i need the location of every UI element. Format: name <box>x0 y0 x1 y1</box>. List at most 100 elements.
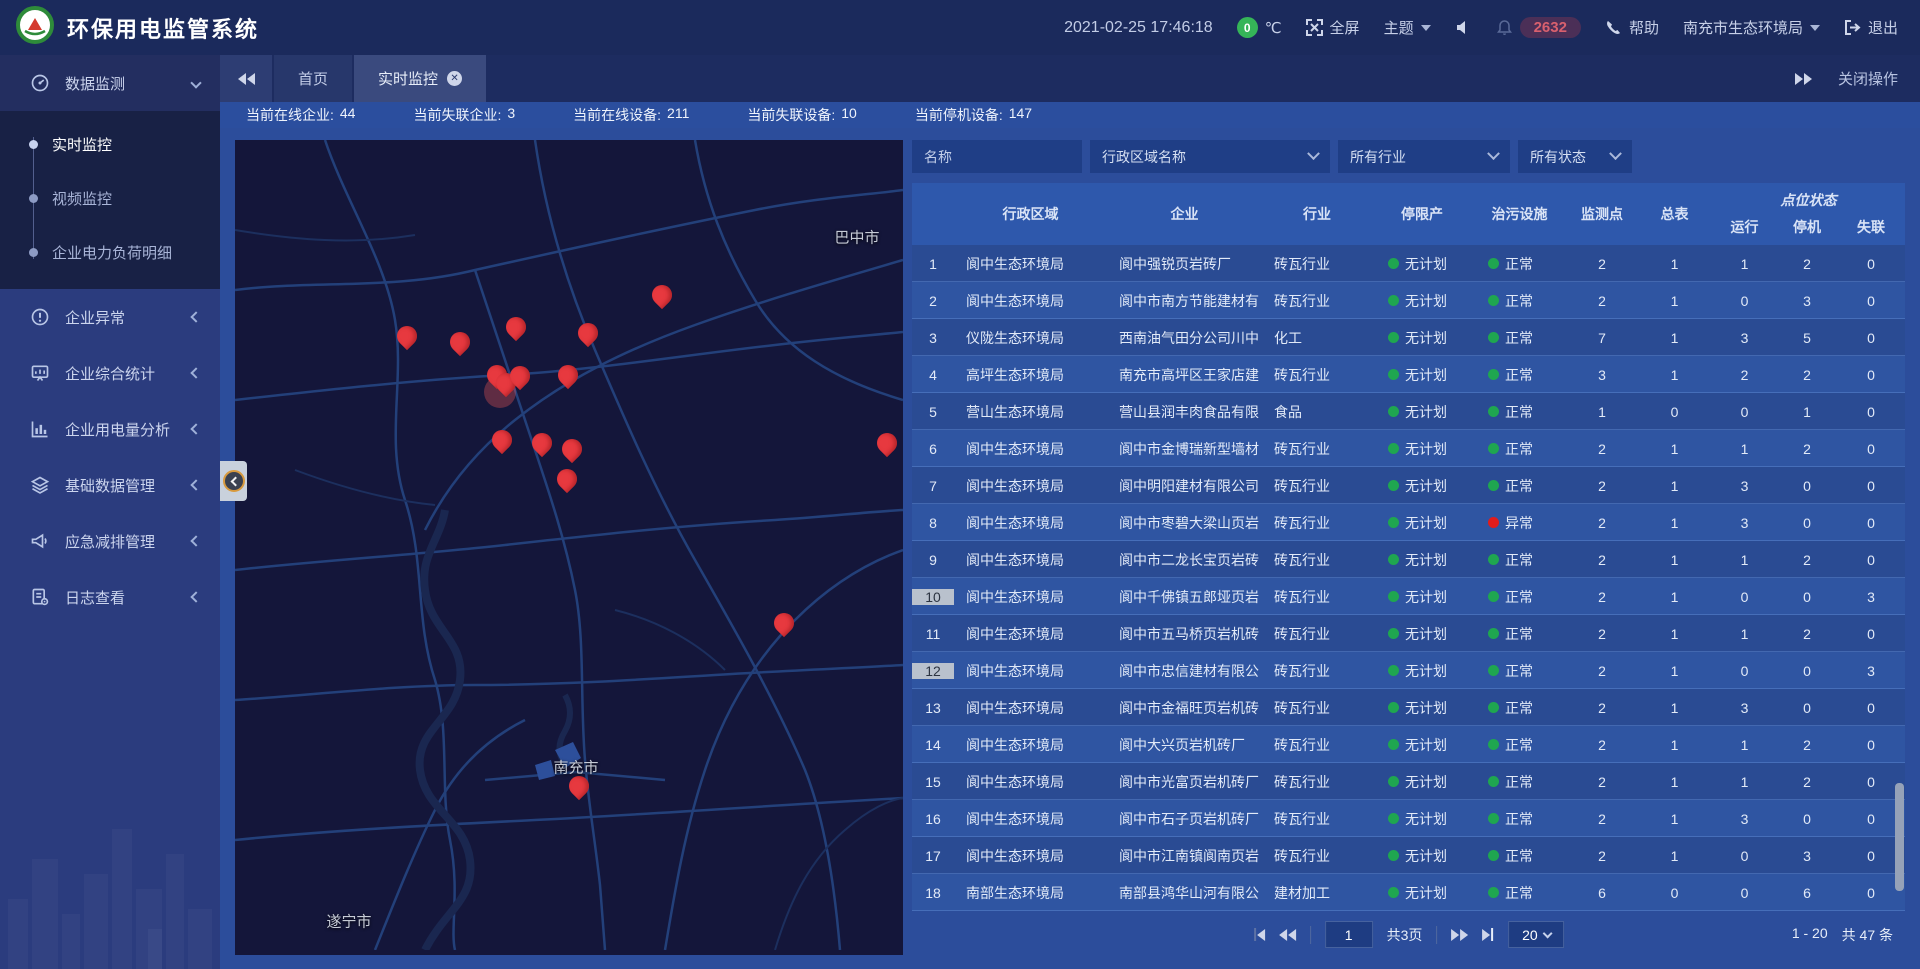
close-operations-button[interactable]: 关闭操作 <box>1838 68 1898 89</box>
cell-run: 0 <box>1712 589 1777 605</box>
next-page-button[interactable] <box>1451 929 1468 941</box>
cell-meters: 1 <box>1637 478 1712 494</box>
double-chevron-left-icon <box>1279 929 1296 941</box>
region-select[interactable]: 行政区域名称 <box>1090 140 1330 173</box>
cell-run: 3 <box>1712 330 1777 346</box>
table-row[interactable]: 1阆中生态环境局阆中强锐页岩砖厂砖瓦行业无计划正常21120 <box>912 245 1905 282</box>
prev-page-button[interactable] <box>1279 929 1296 941</box>
logout-button[interactable]: 退出 <box>1844 17 1898 38</box>
cell-region: 阆中生态环境局 <box>954 476 1107 496</box>
cell-run: 1 <box>1712 256 1777 272</box>
sidebar-group-日志查看[interactable]: 日志查看 <box>0 569 220 625</box>
org-dropdown[interactable]: 南充市生态环境局 <box>1683 17 1820 38</box>
cell-rownum: 8 <box>912 515 954 531</box>
cell-meters: 1 <box>1637 330 1712 346</box>
table-body[interactable]: 1阆中生态环境局阆中强锐页岩砖厂砖瓦行业无计划正常211202阆中生态环境局阆中… <box>912 245 1905 914</box>
table-row[interactable]: 3仪陇生态环境局西南油气田分公司川中化工无计划正常71350 <box>912 319 1905 356</box>
sidebar-group-label: 企业用电量分析 <box>65 419 192 440</box>
table-row[interactable]: 5营山生态环境局营山县润丰肉食品有限食品无计划正常10010 <box>912 393 1905 430</box>
cell-rownum: 2 <box>912 293 954 309</box>
notifications-button[interactable]: 2632 <box>1496 17 1581 38</box>
sidebar-item-视频监控[interactable]: 视频监控 <box>0 171 220 225</box>
log-file-icon <box>30 587 50 607</box>
row-range-label: 1 - 20 <box>1792 925 1828 945</box>
page-size-select[interactable]: 20 <box>1508 921 1564 948</box>
theme-dropdown[interactable]: 主题 <box>1384 17 1431 38</box>
cell-region: 阆中生态环境局 <box>954 661 1107 681</box>
last-page-button[interactable] <box>1482 928 1494 941</box>
cell-stop: 1 <box>1777 404 1837 420</box>
tabs-scroll-left-button[interactable] <box>220 55 272 102</box>
table-row[interactable]: 9阆中生态环境局阆中市二龙长宝页岩砖砖瓦行业无计划正常21120 <box>912 541 1905 578</box>
cell-rownum: 6 <box>912 441 954 457</box>
sidebar-group-企业用电量分析[interactable]: 企业用电量分析 <box>0 401 220 457</box>
cell-company: 阆中市忠信建材有限公 <box>1107 661 1262 681</box>
sidebar-group-企业异常[interactable]: 企业异常 <box>0 289 220 345</box>
col-group-point-status: 点位状态 <box>1712 183 1905 217</box>
table-row[interactable]: 8阆中生态环境局阆中市枣碧大梁山页岩砖瓦行业无计划异常21300 <box>912 504 1905 541</box>
col-region: 行政区域 <box>954 183 1107 245</box>
cell-meters: 1 <box>1637 700 1712 716</box>
cell-rownum: 14 <box>912 737 954 753</box>
cell-region: 高坪生态环境局 <box>954 365 1107 385</box>
table-row[interactable]: 13阆中生态环境局阆中市金福旺页岩机砖砖瓦行业无计划正常21300 <box>912 689 1905 726</box>
status-select[interactable]: 所有状态 <box>1518 140 1632 173</box>
filter-bar: 行政区域名称 所有行业 所有状态 <box>912 140 1905 173</box>
cell-industry: 砖瓦行业 <box>1262 587 1372 607</box>
table-row[interactable]: 15阆中生态环境局阆中市光富页岩机砖厂砖瓦行业无计划正常21120 <box>912 763 1905 800</box>
fullscreen-button[interactable]: 全屏 <box>1306 17 1360 38</box>
cell-points: 2 <box>1567 848 1637 864</box>
sidebar-group-企业综合统计[interactable]: 企业综合统计 <box>0 345 220 401</box>
sidebar-group-应急减排管理[interactable]: 应急减排管理 <box>0 513 220 569</box>
cell-points: 2 <box>1567 700 1637 716</box>
tab-close-icon[interactable]: ✕ <box>447 71 462 86</box>
cell-meters: 0 <box>1637 885 1712 901</box>
cell-rownum: 9 <box>912 552 954 568</box>
table-row[interactable]: 6阆中生态环境局阆中市金博瑞新型墙材砖瓦行业无计划正常21120 <box>912 430 1905 467</box>
table-header: 行政区域 企业 行业 停限产 治污设施 监测点 总表 点位状态 运行 停机 失联 <box>912 183 1905 245</box>
mute-button[interactable] <box>1455 19 1472 36</box>
sidebar-group-基础数据管理[interactable]: 基础数据管理 <box>0 457 220 513</box>
table-scrollbar[interactable] <box>1895 783 1904 891</box>
map-view[interactable]: 巴中市南充市遂宁市 <box>235 140 903 955</box>
table-row[interactable]: 17阆中生态环境局阆中市江南镇阆南页岩砖瓦行业无计划正常21030 <box>912 837 1905 874</box>
cell-limit-status: 无计划 <box>1372 254 1472 274</box>
cell-stop: 0 <box>1777 478 1837 494</box>
name-search-input[interactable] <box>912 140 1082 173</box>
cell-points: 2 <box>1567 552 1637 568</box>
tab-strip: 首页 实时监控 ✕ 关闭操作 <box>220 55 1920 102</box>
table-row[interactable]: 11阆中生态环境局阆中市五马桥页岩机砖砖瓦行业无计划正常21120 <box>912 615 1905 652</box>
cell-stop: 0 <box>1777 700 1837 716</box>
stat-value: 211 <box>667 105 689 125</box>
tab-home[interactable]: 首页 <box>274 55 352 102</box>
status-dot-icon <box>1488 739 1499 750</box>
industry-select[interactable]: 所有行业 <box>1338 140 1510 173</box>
table-row[interactable]: 4高坪生态环境局南充市高坪区王家店建砖瓦行业无计划正常31220 <box>912 356 1905 393</box>
tabs-scroll-right-button[interactable] <box>1795 73 1812 85</box>
table-row[interactable]: 18南部生态环境局南部县鸿华山河有限公建材加工无计划正常60060 <box>912 874 1905 911</box>
sidebar-group-数据监测[interactable]: 数据监测 <box>0 55 220 111</box>
table-row[interactable]: 12阆中生态环境局阆中市忠信建材有限公砖瓦行业无计划正常21003 <box>912 652 1905 689</box>
sidebar-item-实时监控[interactable]: 实时监控 <box>0 117 220 171</box>
cell-points: 2 <box>1567 441 1637 457</box>
stat-value: 3 <box>507 105 515 125</box>
cell-run: 2 <box>1712 367 1777 383</box>
col-run: 运行 <box>1712 217 1777 245</box>
table-row[interactable]: 10阆中生态环境局阆中千佛镇五郎垭页岩砖瓦行业无计划正常21003 <box>912 578 1905 615</box>
help-button[interactable]: 帮助 <box>1605 17 1659 38</box>
sidebar-item-企业电力负荷明细[interactable]: 企业电力负荷明细 <box>0 225 220 279</box>
chevron-left-icon <box>223 470 245 492</box>
table-row[interactable]: 14阆中生态环境局阆中大兴页岩机砖厂砖瓦行业无计划正常21120 <box>912 726 1905 763</box>
first-page-button[interactable] <box>1253 928 1265 941</box>
sidebar-collapse-button[interactable] <box>220 461 247 501</box>
pagination-bar: 1 共3页 20 <box>912 914 1905 955</box>
cell-run: 0 <box>1712 885 1777 901</box>
cell-facility-status: 正常 <box>1472 809 1567 829</box>
tab-realtime-monitor[interactable]: 实时监控 ✕ <box>354 55 486 102</box>
table-row[interactable]: 7阆中生态环境局阆中明阳建材有限公司砖瓦行业无计划正常21300 <box>912 467 1905 504</box>
alert-circle-icon <box>30 307 50 327</box>
table-row[interactable]: 2阆中生态环境局阆中市南方节能建材有砖瓦行业无计划正常21030 <box>912 282 1905 319</box>
cell-meters: 1 <box>1637 774 1712 790</box>
page-number-input[interactable]: 1 <box>1325 921 1373 948</box>
table-row[interactable]: 16阆中生态环境局阆中市石子页岩机砖厂砖瓦行业无计划正常21300 <box>912 800 1905 837</box>
